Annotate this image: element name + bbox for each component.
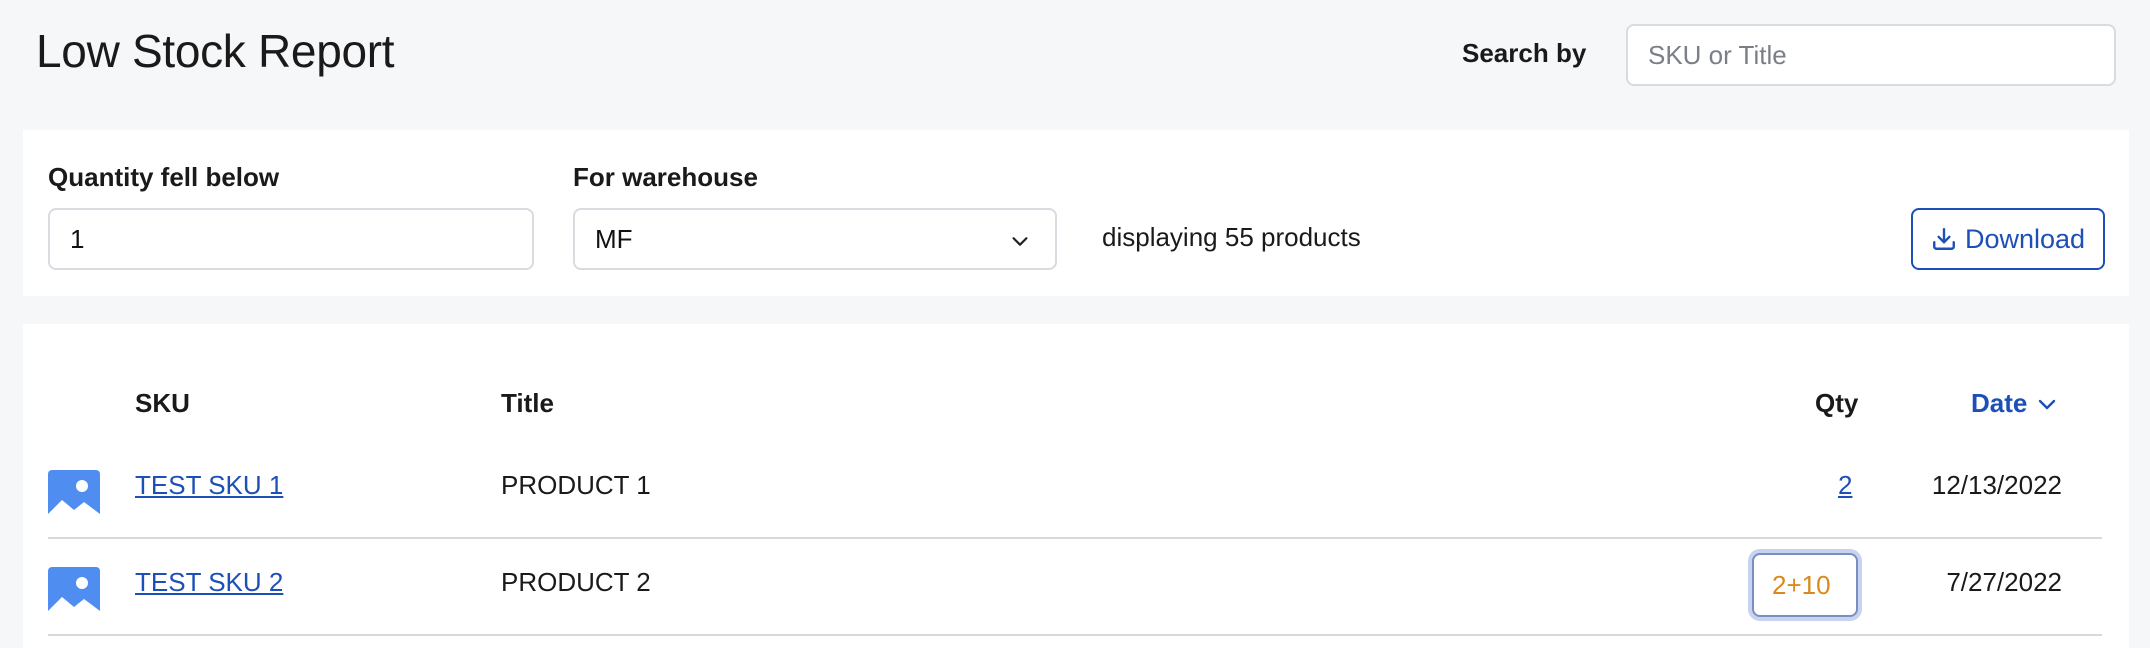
search-input[interactable] xyxy=(1626,24,2116,86)
quantity-label: Quantity fell below xyxy=(48,162,280,192)
warehouse-selected-value: MF xyxy=(595,223,633,254)
download-button[interactable]: Download xyxy=(1911,208,2105,270)
download-icon xyxy=(1933,228,1955,250)
sku-link[interactable]: TEST SKU 2 xyxy=(135,567,283,598)
display-count: displaying 55 products xyxy=(1102,222,1361,252)
search-label: Search by xyxy=(1462,38,1587,68)
title-cell: PRODUCT 1 xyxy=(501,470,651,500)
table-row: TEST SKU 1 PRODUCT 1 2 12/13/2022 xyxy=(48,442,2102,539)
date-cell: 12/13/2022 xyxy=(1931,470,2062,500)
warehouse-label: For warehouse xyxy=(573,162,758,192)
page-title: Low Stock Report xyxy=(36,25,395,77)
chevron-down-icon xyxy=(2039,399,2056,409)
chevron-down-icon xyxy=(1012,237,1028,246)
column-header-date-label: Date xyxy=(1971,388,2028,418)
image-placeholder-icon xyxy=(48,567,100,619)
image-placeholder-icon xyxy=(48,470,100,522)
table-row: TEST SKU 2 PRODUCT 2 7/27/2022 xyxy=(48,539,2102,636)
column-header-title[interactable]: Title xyxy=(501,388,554,419)
sku-link[interactable]: TEST SKU 1 xyxy=(135,470,283,501)
title-cell: PRODUCT 2 xyxy=(501,567,651,597)
quantity-input[interactable] xyxy=(48,208,534,270)
column-header-qty[interactable]: Qty xyxy=(1815,388,1858,419)
qty-link[interactable]: 2 xyxy=(1838,470,1852,501)
column-header-sku[interactable]: SKU xyxy=(135,388,190,419)
warehouse-select[interactable]: MF xyxy=(573,208,1057,270)
qty-edit-input[interactable] xyxy=(1752,553,1858,617)
date-cell: 7/27/2022 xyxy=(1946,567,2062,597)
column-header-date[interactable]: Date xyxy=(1971,388,2059,419)
download-label: Download xyxy=(1964,223,2086,254)
